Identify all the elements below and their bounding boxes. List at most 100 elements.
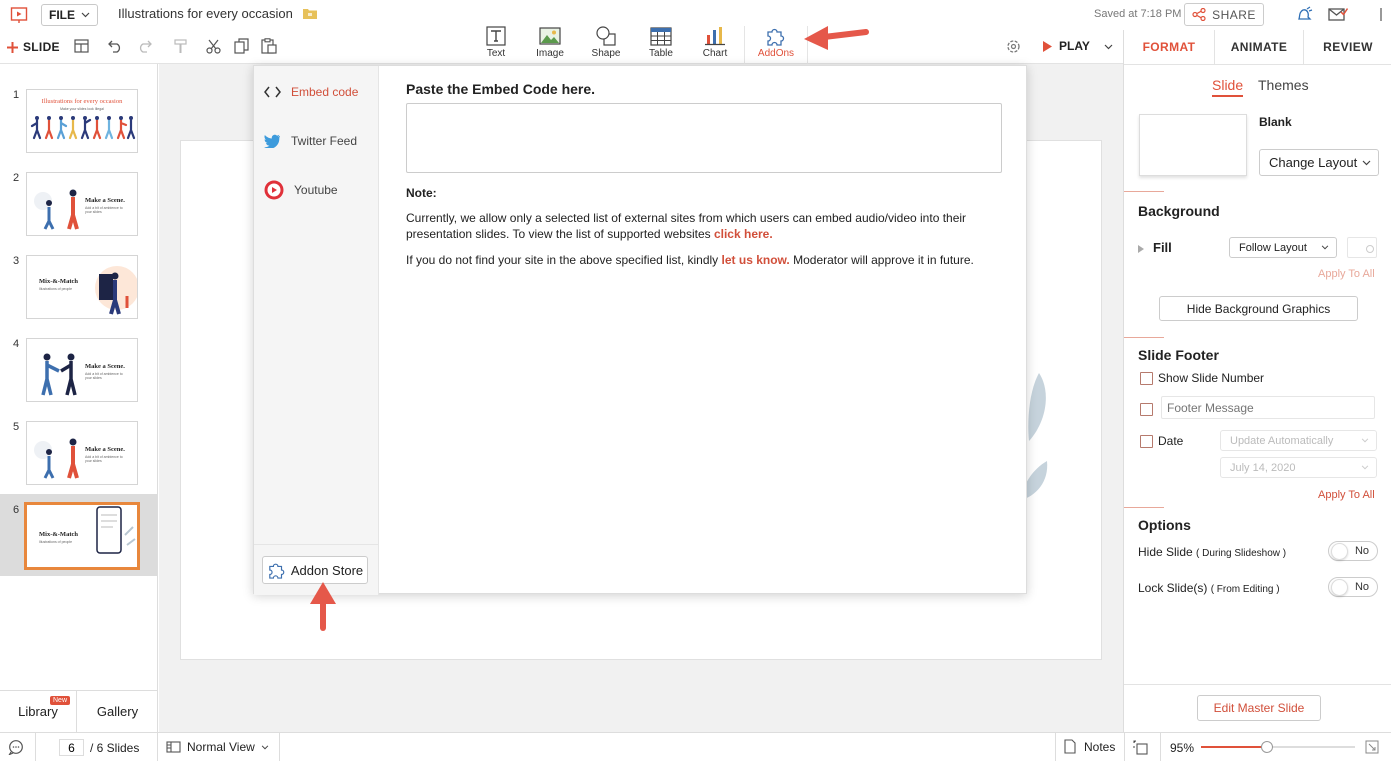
status-bar: / 6 Slides Normal View Notes 95% [0, 732, 1391, 761]
fill-label: Fill [1153, 240, 1172, 255]
zoom-slider-knob[interactable] [1261, 741, 1273, 753]
settings-gear-icon[interactable] [1006, 39, 1021, 54]
thumb-title: Make a Scene. [85, 446, 125, 453]
slide-thumbnail-5[interactable]: Make a Scene. Add a bit of ambience to y… [26, 421, 138, 485]
play-options-chevron-icon[interactable] [1104, 44, 1113, 50]
file-menu-button[interactable]: FILE [41, 4, 98, 26]
save-status: Saved at 7:18 PM [1094, 8, 1182, 20]
show-slide-number-checkbox[interactable] [1140, 372, 1153, 385]
redo-icon[interactable] [137, 39, 152, 53]
insert-text-label: Text [486, 48, 506, 59]
mail-check-icon[interactable] [1328, 7, 1348, 22]
add-slide-button[interactable]: SLIDE [7, 40, 60, 54]
chat-icon[interactable] [8, 740, 24, 755]
cut-icon[interactable] [206, 39, 221, 54]
twitter-icon [264, 134, 281, 148]
view-mode-select[interactable]: Normal View [166, 740, 269, 754]
fill-value: Follow Layout [1239, 241, 1307, 254]
slide-thumbnail-3[interactable]: Mix-&-Match Illustrations of people [26, 255, 138, 319]
footer-apply-all[interactable]: Apply To All [1318, 489, 1375, 501]
hide-background-graphics-button[interactable]: Hide Background Graphics [1159, 296, 1358, 321]
paste-icon[interactable] [261, 38, 277, 54]
share-button[interactable]: SHARE [1184, 3, 1264, 26]
footer-message-input[interactable] [1161, 396, 1375, 419]
thumb-subtitle: Add a bit of ambience to your slides [85, 206, 123, 214]
slide-thumbnail-4[interactable]: Make a Scene. Add a bit of ambience to y… [26, 338, 138, 402]
subtab-themes[interactable]: Themes [1258, 77, 1309, 93]
notes-button[interactable]: Notes [1064, 739, 1115, 754]
sidebar-item-twitter-feed[interactable]: Twitter Feed [264, 126, 357, 156]
insert-chart-label: Chart [702, 48, 728, 59]
app-logo-icon[interactable] [10, 6, 28, 24]
library-tab[interactable]: Library New [0, 691, 77, 732]
normal-view-icon [166, 741, 181, 753]
insert-table-button[interactable]: Table [637, 26, 685, 60]
notes-page-icon [1064, 739, 1076, 754]
edit-master-slide-button[interactable]: Edit Master Slide [1197, 695, 1321, 721]
lock-slide-note: ( From Editing ) [1210, 584, 1280, 595]
document-title[interactable]: Illustrations for every occasion [118, 6, 293, 21]
fullscreen-icon[interactable] [1365, 740, 1379, 754]
insert-chart-button[interactable]: Chart [691, 26, 739, 60]
scene-illustration [34, 438, 79, 479]
change-layout-label: Change Layout [1269, 155, 1358, 170]
layout-icon[interactable] [74, 39, 89, 53]
expand-arrow-icon[interactable] [1138, 245, 1144, 253]
copy-icon[interactable] [234, 38, 249, 54]
format-painter-icon[interactable] [174, 39, 187, 54]
insert-table-label: Table [649, 48, 673, 59]
insert-shape-button[interactable]: Shape [582, 26, 630, 60]
note-text-3: Moderator will approve it in future. [793, 253, 974, 267]
chevron-down-icon [1362, 160, 1371, 165]
slide-thumbnail-1[interactable]: Illustrations for every occasion Make yo… [26, 89, 138, 153]
tab-review[interactable]: REVIEW [1303, 30, 1391, 64]
supported-sites-link[interactable]: click here. [714, 227, 773, 241]
hide-slide-toggle[interactable]: No [1328, 541, 1378, 561]
insert-text-button[interactable]: Text [472, 26, 520, 60]
divider [1124, 64, 1391, 65]
insert-addons-button[interactable]: AddOns [744, 26, 808, 64]
folder-icon[interactable] [303, 8, 317, 19]
layout-preview[interactable] [1139, 114, 1247, 176]
undo-icon[interactable] [108, 39, 123, 53]
zoom-slider[interactable] [1201, 741, 1355, 753]
embed-code-input[interactable] [406, 103, 1002, 173]
thumb-title: Make a Scene. [85, 363, 125, 370]
insert-image-button[interactable]: Image [526, 26, 574, 60]
current-slide-input[interactable] [59, 739, 84, 756]
tab-animate[interactable]: ANIMATE [1214, 30, 1303, 64]
handshake-illustration [41, 353, 77, 396]
fit-slide-icon[interactable] [1133, 740, 1148, 755]
annotation-arrow-icon [310, 582, 336, 631]
change-layout-button[interactable]: Change Layout [1259, 149, 1379, 176]
total-slides: / 6 Slides [90, 741, 140, 755]
fill-color-picker[interactable] [1347, 237, 1377, 258]
toggle-knob [1331, 543, 1348, 560]
sidebar-item-youtube[interactable]: Youtube [264, 175, 338, 205]
play-button[interactable]: PLAY [1043, 39, 1090, 53]
view-mode-label: Normal View [187, 740, 255, 754]
sidebar-item-embed-code[interactable]: Embed code [264, 77, 358, 107]
date-value-select[interactable]: July 14, 2020 [1220, 457, 1377, 478]
slide-number: 5 [13, 421, 20, 433]
fill-select[interactable]: Follow Layout [1229, 237, 1337, 258]
let-us-know-link[interactable]: let us know. [722, 253, 790, 267]
divider [1160, 733, 1161, 761]
notification-bell-icon[interactable] [1295, 6, 1313, 24]
lock-slide-toggle[interactable]: No [1328, 577, 1378, 597]
slide-thumbnail-2[interactable]: Make a Scene. Add a bit of ambience to y… [26, 172, 138, 236]
thumb-subtitle: Add a bit of ambience to your slides [85, 372, 123, 380]
slide-thumbnail-6[interactable]: Mix-&-Match Illustrations of people [24, 502, 140, 570]
date-mode-select[interactable]: Update Automatically [1220, 430, 1377, 451]
date-mode-value: Update Automatically [1230, 434, 1334, 447]
subtab-slide[interactable]: Slide [1212, 77, 1244, 97]
footer-message-checkbox[interactable] [1140, 403, 1153, 416]
embed-heading: Paste the Embed Code here. [406, 81, 596, 97]
tab-format[interactable]: FORMAT [1124, 30, 1214, 64]
lock-slide-toggle-value: No [1354, 581, 1369, 593]
background-apply-all[interactable]: Apply To All [1318, 268, 1375, 280]
twitter-feed-label: Twitter Feed [291, 134, 358, 148]
date-checkbox[interactable] [1140, 435, 1153, 448]
embed-code-label: Embed code [291, 85, 359, 99]
gallery-tab[interactable]: Gallery [78, 691, 157, 732]
